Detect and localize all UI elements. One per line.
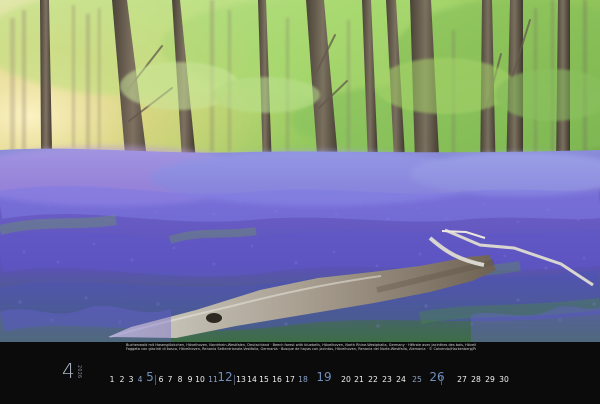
calendar-day-2: 2 [119, 375, 125, 384]
calendar-page: Buchenwald mit Hasenglöckchen, Hövelhove… [0, 0, 600, 404]
calendar-day-12: 12 [217, 370, 233, 384]
calendar-day-7: 7 [167, 375, 173, 384]
year-label: 2026 [76, 365, 81, 379]
calendar-day-19: 19 [316, 370, 332, 384]
calendar-day-4: 4 [137, 375, 143, 384]
calendar-day-1: 1 [109, 375, 115, 384]
photo-caption: Buchenwald mit Hasenglöckchen, Hövelhove… [126, 343, 476, 352]
calendar-day-3: 3 [128, 375, 134, 384]
calendar-day-28: 28 [471, 375, 481, 384]
calendar-day-26: 26 [429, 370, 445, 384]
calendar-day-17: 17 [285, 375, 295, 384]
calendar-day-16: 16 [272, 375, 282, 384]
calendar-day-5: 5 [146, 370, 154, 384]
calendar-day-8: 8 [177, 375, 183, 384]
forest-illustration [0, 0, 600, 342]
week-separator [155, 375, 156, 385]
calendar-day-22: 22 [368, 375, 378, 384]
calendar-day-14: 14 [247, 375, 257, 384]
calendar-day-27: 27 [457, 375, 467, 384]
week-separator [234, 375, 235, 385]
caption-line-2: Faggeta con giacinti di bosco, Hövelhove… [126, 347, 476, 352]
month-block: 4 2026 [62, 360, 92, 388]
calendar-day-13: 13 [236, 375, 246, 384]
month-number: 4 [62, 359, 75, 383]
calendar-day-24: 24 [396, 375, 406, 384]
calendar-footer: Buchenwald mit Hasenglöckchen, Hövelhove… [0, 342, 600, 404]
calendar-day-23: 23 [382, 375, 392, 384]
calendar-day-18: 18 [298, 375, 308, 384]
calendar-day-10: 10 [195, 375, 205, 384]
calendar-day-20: 20 [341, 375, 351, 384]
days-row: 1 2 3 4 5 6 7 8 9 10 11 12 13 14 15 16 17 18 19 20 21 22 23 24 2… [104, 370, 554, 388]
calendar-day-9: 9 [187, 375, 193, 384]
calendar-day-21: 21 [354, 375, 364, 384]
forest-photo [0, 0, 600, 342]
calendar-day-25: 25 [412, 375, 422, 384]
calendar-day-6: 6 [158, 375, 164, 384]
calendar-day-30: 30 [499, 375, 509, 384]
calendar-day-29: 29 [485, 375, 495, 384]
week-separator [441, 375, 442, 385]
calendar-day-15: 15 [259, 375, 269, 384]
